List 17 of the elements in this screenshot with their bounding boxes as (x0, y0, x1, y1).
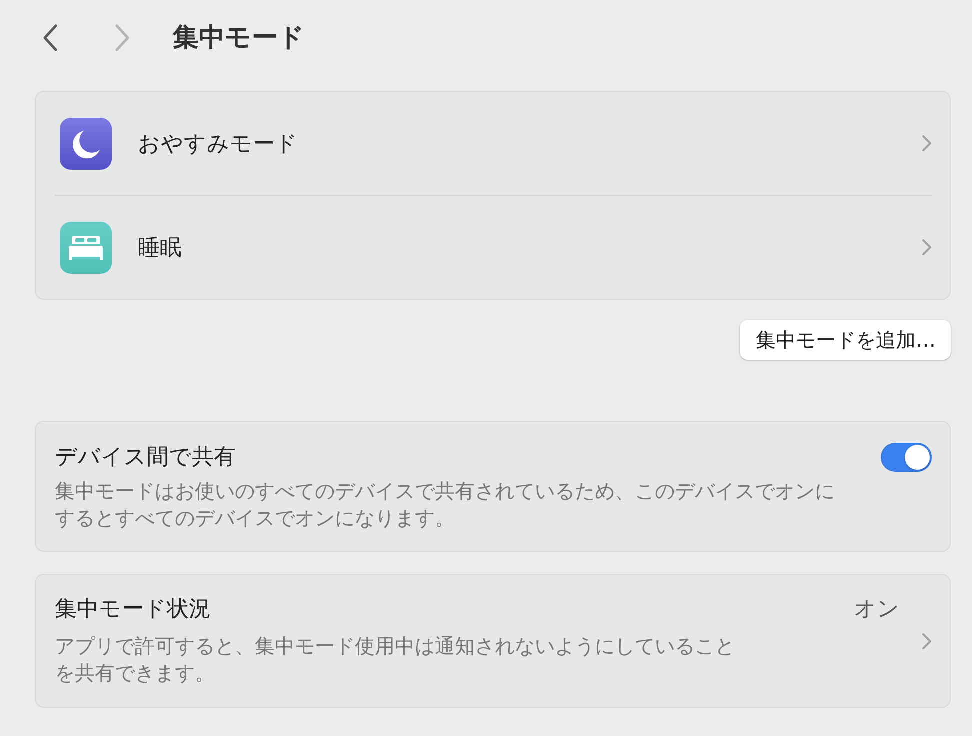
setting-title: 集中モード状況 (55, 596, 212, 624)
focus-mode-row[interactable]: おやすみモード (36, 92, 950, 195)
toggle-switch[interactable] (881, 443, 932, 472)
moon-icon (60, 118, 112, 170)
chevron-right-icon (922, 135, 932, 152)
focus-mode-row[interactable]: 睡眠 (36, 196, 950, 299)
bed-icon (60, 222, 112, 274)
status-value: オン (854, 596, 900, 624)
setting-title: デバイス間で共有 (55, 444, 237, 472)
chevron-right-icon (922, 239, 932, 256)
chevron-right-icon (922, 632, 932, 650)
setting-description: 集中モードはお使いのすべてのデバイスで共有されているため、このデバイスでオンにするとすべてのデバイスでオンになります。 (55, 478, 836, 532)
focus-mode-label: おやすみモード (138, 130, 299, 158)
setting-description: アプリで許可すると、集中モード使用中は通知されないようにしていることを共有できます。 (55, 633, 736, 687)
add-focus-button[interactable]: 集中モードを追加… (740, 320, 951, 360)
focus-mode-label: 睡眠 (138, 234, 183, 262)
page-title: 集中モード (173, 22, 305, 55)
